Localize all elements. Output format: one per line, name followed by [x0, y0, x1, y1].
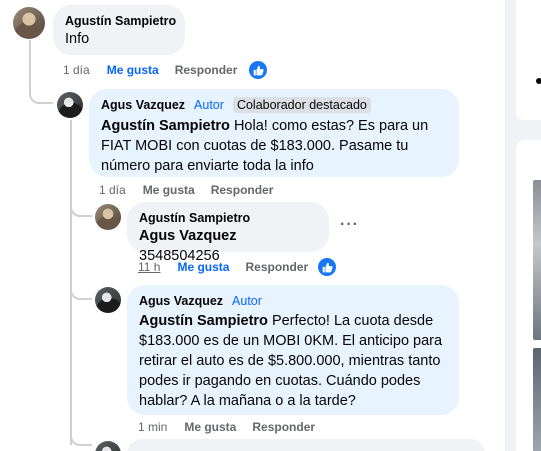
comment-author[interactable]: Agus Vazquez [101, 97, 185, 113]
sidebar-thumbnail[interactable] [533, 348, 541, 451]
comment-author[interactable]: Agus Vazquez [139, 293, 223, 309]
thread-curve-1 [29, 88, 53, 104]
comment-author[interactable]: Agustín Sampietro [65, 13, 176, 29]
like-button[interactable]: Me gusta [143, 182, 195, 198]
reply-button[interactable]: Responder [245, 259, 308, 275]
comment-bubble-1: Agustín Sampietro Info [53, 5, 185, 55]
comment-time[interactable]: 1 min [138, 419, 167, 435]
sidebar-bullet-icon [536, 78, 541, 84]
comment-text: Info [65, 31, 90, 47]
comment-author-row: Agus Vazquez Autor [139, 293, 447, 309]
like-reaction-icon[interactable] [318, 258, 336, 276]
comment-text-block: Agustín Sampietro Perfecto! La cuota des… [139, 311, 447, 411]
comment-actions-4: 1 min Me gusta Responder [138, 419, 315, 435]
comment-actions-2: 1 día Me gusta Responder [99, 182, 273, 198]
thread-line-sub [70, 120, 72, 445]
avatar-agus[interactable] [57, 92, 83, 118]
comment-time[interactable]: 1 día [63, 62, 90, 78]
reply-button[interactable]: Responder [175, 62, 238, 78]
like-button[interactable]: Me gusta [184, 419, 236, 435]
avatar-agus[interactable] [95, 441, 121, 451]
author-tag: Autor [232, 294, 262, 308]
thread-curve-3 [70, 284, 92, 300]
reply-button[interactable]: Responder [252, 419, 315, 435]
comments-panel: Agustín Sampietro Info 1 día Me gusta Re… [0, 0, 505, 451]
comment-bubble-4: Agus Vazquez Autor Agustín Sampietro Per… [127, 285, 459, 415]
thread-curve-2 [70, 201, 92, 217]
comment-bubble-3: Agustín Sampietro Agus Vazquez 354850425… [127, 202, 329, 264]
comment-text-block: Agustín Sampietro Hola! como estas? Es p… [101, 116, 447, 176]
avatar-agus[interactable] [95, 287, 121, 313]
comment-bubble-5 [127, 439, 485, 451]
like-button[interactable]: Me gusta [177, 259, 229, 275]
reply-button[interactable]: Responder [211, 182, 274, 198]
top-contributor-badge[interactable]: Colaborador destacado [232, 97, 371, 113]
comment-actions-3: 11 h Me gusta Responder [138, 259, 308, 275]
avatar-agustin[interactable] [13, 7, 45, 39]
sidebar-card [516, 0, 541, 120]
like-button[interactable]: Me gusta [107, 62, 159, 78]
like-reaction-icon[interactable] [249, 61, 267, 79]
sidebar-thumbnail[interactable] [533, 180, 541, 340]
comment-time[interactable]: 1 día [99, 182, 126, 198]
mention-link[interactable]: Agus Vazquez [139, 228, 237, 244]
comment-bubble-2: Agus Vazquez Autor Colaborador destacado… [89, 89, 459, 177]
comment-author[interactable]: Agustín Sampietro [139, 210, 317, 226]
thread-curve-4 [70, 430, 92, 446]
avatar-agustin[interactable] [95, 204, 121, 230]
mention-link[interactable]: Agustín Sampietro [101, 118, 230, 134]
more-options-icon[interactable]: ··· [340, 216, 359, 234]
column-gutter [505, 0, 516, 451]
author-tag: Autor [194, 98, 224, 112]
mention-link[interactable]: Agustín Sampietro [139, 313, 268, 329]
comment-time[interactable]: 11 h [138, 259, 160, 275]
comment-author-row: Agus Vazquez Autor Colaborador destacado [101, 97, 447, 113]
comment-actions-1: 1 día Me gusta Responder [63, 62, 237, 78]
